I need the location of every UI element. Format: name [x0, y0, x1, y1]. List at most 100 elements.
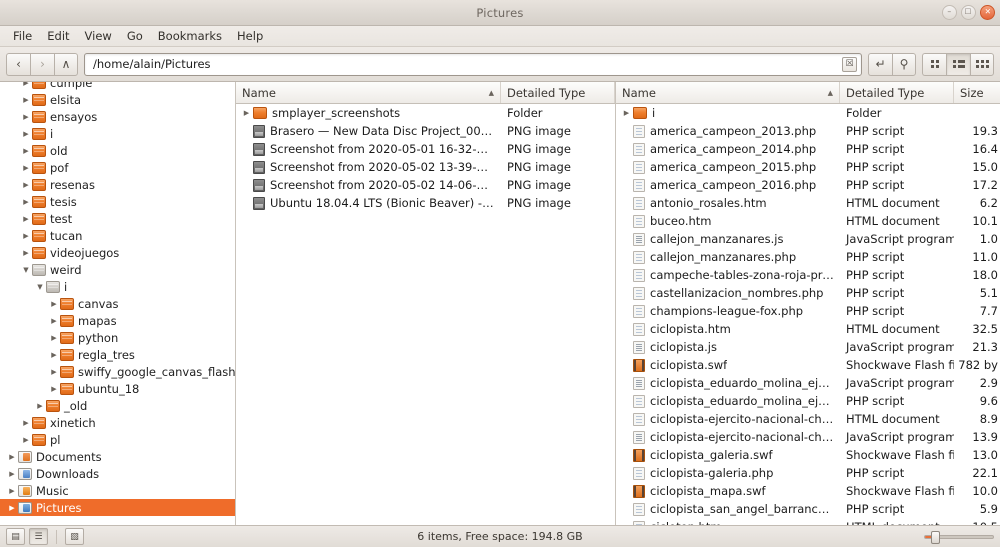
menu-help[interactable]: Help	[230, 27, 270, 45]
expander-expand-icon[interactable]: ▶	[48, 351, 60, 359]
sidebar-item-music[interactable]: ▶ Music	[0, 482, 235, 499]
table-row[interactable]: ▶Screenshot from 2020-05-02 14-06-56.png…	[236, 176, 615, 194]
table-row[interactable]: ▶ i Folder	[616, 104, 1000, 122]
expander-expand-icon[interactable]: ▶	[20, 215, 32, 223]
sidebar-item-python[interactable]: ▶ python	[0, 329, 235, 346]
sidebar-tree[interactable]: ▶ cumple ▶ elsita ▶ ensayos ▶ i ▶ old ▶ pof ▶ resenas…	[0, 82, 236, 525]
table-row[interactable]: ▶america_campeon_2015.php PHP script 15.0	[616, 158, 1000, 176]
table-row[interactable]: ▶ciclopista-galeria.php PHP script 22.1	[616, 464, 1000, 482]
table-row[interactable]: ▶cicloton.htmHTML document10.5	[616, 518, 1000, 525]
toggle-location-button[interactable]: ↵	[868, 52, 892, 76]
close-button[interactable]: ✕	[980, 5, 995, 20]
table-row[interactable]: ▶ciclopista-ejercito-nacional-chimilli.h…	[616, 410, 1000, 428]
table-row[interactable]: ▶america_campeon_2013.php PHP script 19.3	[616, 122, 1000, 140]
table-row[interactable]: ▶ciclopista_san_angel_barranca_muerto… PH…	[616, 500, 1000, 518]
sidebar-item-elsita[interactable]: ▶ elsita	[0, 91, 235, 108]
expander-expand-icon[interactable]: ▶	[20, 82, 32, 87]
menu-go[interactable]: Go	[120, 27, 150, 45]
table-row[interactable]: ▶ciclopista_eduardo_molina_eje_3_orie… Ja…	[616, 374, 1000, 392]
expander-expand-icon[interactable]: ▶	[6, 470, 18, 478]
column-header-name[interactable]: Name ▲	[236, 82, 501, 103]
expander-expand-icon[interactable]: ▶	[48, 334, 60, 342]
up-button[interactable]: ∧	[54, 52, 78, 76]
expander-expand-icon[interactable]: ▶	[20, 130, 32, 138]
expander-expand-icon[interactable]: ▶	[20, 96, 32, 104]
search-button[interactable]: ⚲	[892, 52, 916, 76]
table-row[interactable]: ▶callejon_manzanares.js JavaScript progra…	[616, 230, 1000, 248]
forward-button[interactable]: ›	[30, 52, 54, 76]
maximize-button[interactable]: ☐	[961, 5, 976, 20]
table-row[interactable]: ▶Ubuntu 18.04.4 LTS (Bionic Beaver) - Mo…	[236, 194, 615, 212]
table-row[interactable]: ▶buceo.htm HTML document 10.1	[616, 212, 1000, 230]
sidebar-item-test[interactable]: ▶ test	[0, 210, 235, 227]
sidebar-item-ubuntu-18[interactable]: ▶ ubuntu_18	[0, 380, 235, 397]
expander-expand-icon[interactable]: ▶	[240, 109, 253, 117]
table-row[interactable]: ▶ smplayer_screenshots Folder	[236, 104, 615, 122]
expander-expand-icon[interactable]: ▶	[48, 385, 60, 393]
expander-expand-icon[interactable]: ▶	[20, 113, 32, 121]
menu-file[interactable]: File	[6, 27, 39, 45]
expander-collapse-icon[interactable]: ▼	[20, 266, 32, 274]
table-row[interactable]: ▶america_campeon_2014.php PHP script 16.4	[616, 140, 1000, 158]
expander-expand-icon[interactable]: ▶	[48, 368, 60, 376]
back-button[interactable]: ‹	[6, 52, 30, 76]
middle-file-rows[interactable]: ▶ smplayer_screenshots Folder ▶Brasero — Ne…	[236, 104, 615, 525]
table-row[interactable]: ▶ciclopista_eduardo_molina_eje_3_orie… PH…	[616, 392, 1000, 410]
column-header-type-right[interactable]: Detailed Type	[840, 82, 954, 103]
sidebar-item-pof[interactable]: ▶ pof	[0, 159, 235, 176]
table-row[interactable]: ▶ciclopista.htm HTML document 32.5	[616, 320, 1000, 338]
sidebar-item-cumple[interactable]: ▶ cumple	[0, 82, 235, 91]
sidebar-item-videojuegos[interactable]: ▶ videojuegos	[0, 244, 235, 261]
sidebar-item-i[interactable]: ▼ i	[0, 278, 235, 295]
table-row[interactable]: ▶callejon_manzanares.php PHP script 11.0	[616, 248, 1000, 266]
sidebar-item-pictures[interactable]: ▶ Pictures	[0, 499, 235, 516]
table-row[interactable]: ▶ciclopista_galeria.swf Shockwave Flash f…	[616, 446, 1000, 464]
view-compact-button[interactable]	[970, 52, 994, 76]
sidebar-item-old[interactable]: ▶ old	[0, 142, 235, 159]
zoom-slider[interactable]	[924, 530, 994, 544]
minimize-button[interactable]: –	[942, 5, 957, 20]
table-row[interactable]: ▶ciclopista.swf Shockwave Flash file 782 b…	[616, 356, 1000, 374]
column-header-type[interactable]: Detailed Type	[501, 82, 615, 103]
expander-expand-icon[interactable]: ▶	[6, 487, 18, 495]
sidebar-item-tucan[interactable]: ▶ tucan	[0, 227, 235, 244]
column-header-size[interactable]: Size	[954, 82, 1000, 103]
view-icon-button[interactable]	[922, 52, 946, 76]
location-entry[interactable]: /home/alain/Pictures ☒	[84, 52, 862, 76]
table-row[interactable]: ▶ciclopista_mapa.swf Shockwave Flash file…	[616, 482, 1000, 500]
sidebar-item-canvas[interactable]: ▶ canvas	[0, 295, 235, 312]
sidebar-item-documents[interactable]: ▶ Documents	[0, 448, 235, 465]
expander-expand-icon[interactable]: ▶	[20, 436, 32, 444]
expander-expand-icon[interactable]: ▶	[20, 181, 32, 189]
sidebar-item-downloads[interactable]: ▶ Downloads	[0, 465, 235, 482]
table-row[interactable]: ▶antonio_rosales.htm HTML document 6.2	[616, 194, 1000, 212]
sidebar-item-xinetich[interactable]: ▶ xinetich	[0, 414, 235, 431]
expander-expand-icon[interactable]: ▶	[6, 504, 18, 512]
expander-collapse-icon[interactable]: ▼	[34, 283, 46, 291]
expander-expand-icon[interactable]: ▶	[620, 109, 633, 117]
table-row[interactable]: ▶champions-league-fox.php PHP script 7.7	[616, 302, 1000, 320]
expander-expand-icon[interactable]: ▶	[48, 317, 60, 325]
right-file-rows[interactable]: ▶iFolder▶america_campeon_2013.phpPHP scr…	[616, 104, 1000, 525]
table-row[interactable]: ▶Screenshot from 2020-05-02 13-39-11.png…	[236, 158, 615, 176]
expander-expand-icon[interactable]: ▶	[20, 419, 32, 427]
expander-expand-icon[interactable]: ▶	[48, 300, 60, 308]
zoom-slider-handle[interactable]	[931, 530, 940, 544]
table-row[interactable]: ▶Screenshot from 2020-05-01 16-32-15.png…	[236, 140, 615, 158]
expander-expand-icon[interactable]: ▶	[20, 198, 32, 206]
menu-edit[interactable]: Edit	[40, 27, 76, 45]
sidebar-item-mapas[interactable]: ▶ mapas	[0, 312, 235, 329]
view-list-button[interactable]	[946, 52, 970, 76]
menu-view[interactable]: View	[78, 27, 119, 45]
expander-expand-icon[interactable]: ▶	[20, 249, 32, 257]
expander-expand-icon[interactable]: ▶	[20, 232, 32, 240]
sidebar-item-resenas[interactable]: ▶ resenas	[0, 176, 235, 193]
sidebar-item-weird[interactable]: ▼ weird	[0, 261, 235, 278]
expander-expand-icon[interactable]: ▶	[34, 402, 46, 410]
table-row[interactable]: ▶america_campeon_2016.php PHP script 17.2	[616, 176, 1000, 194]
expander-expand-icon[interactable]: ▶	[20, 147, 32, 155]
sidebar-item-pl[interactable]: ▶ pl	[0, 431, 235, 448]
sidebar-item-ensayos[interactable]: ▶ ensayos	[0, 108, 235, 125]
column-header-name-right[interactable]: Name ▲	[616, 82, 840, 103]
table-row[interactable]: ▶ciclopista-ejercito-nacional-chimilli.j…	[616, 428, 1000, 446]
